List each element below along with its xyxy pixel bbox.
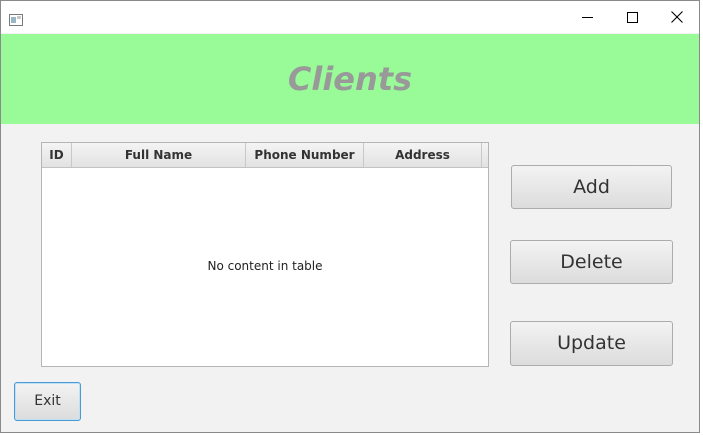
clients-table[interactable]: ID Full Name Phone Number Address No con… — [41, 142, 489, 367]
table-placeholder: No content in table — [207, 259, 323, 273]
maximize-button[interactable] — [609, 1, 655, 33]
exit-button[interactable]: Exit — [14, 382, 81, 421]
column-header-id[interactable]: ID — [42, 143, 72, 167]
add-button[interactable]: Add — [511, 165, 672, 209]
app-icon — [9, 11, 23, 26]
title-bar — [1, 1, 699, 33]
table-header: ID Full Name Phone Number Address — [42, 143, 488, 168]
update-button[interactable]: Update — [510, 321, 673, 366]
column-header-address[interactable]: Address — [364, 143, 482, 167]
delete-button[interactable]: Delete — [510, 240, 673, 284]
column-header-full-name[interactable]: Full Name — [72, 143, 246, 167]
close-button[interactable] — [654, 1, 700, 33]
column-header-phone-number[interactable]: Phone Number — [246, 143, 364, 167]
minimize-icon — [581, 12, 593, 23]
close-icon — [671, 11, 683, 23]
maximize-icon — [626, 11, 638, 23]
app-window: Clients ID Full Name Phone Number Addres… — [0, 0, 700, 433]
page-title: Clients — [287, 60, 413, 98]
minimize-button[interactable] — [564, 1, 610, 33]
header-banner: Clients — [1, 34, 699, 124]
